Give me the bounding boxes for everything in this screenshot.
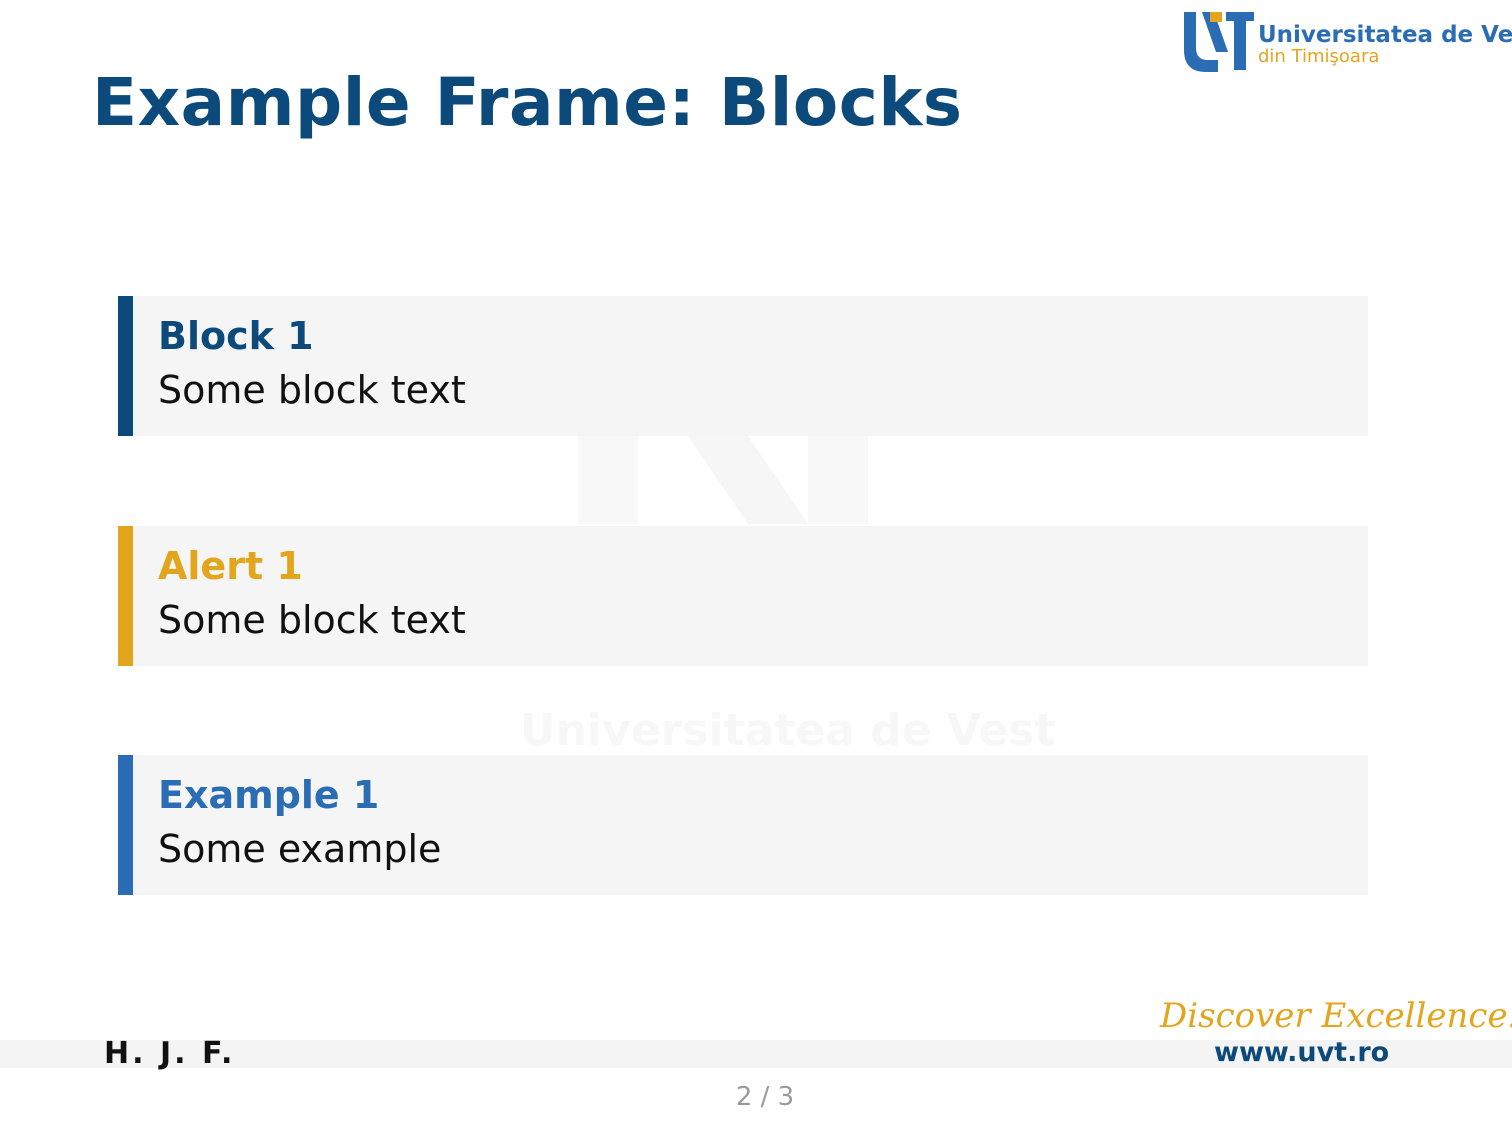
block-body: Some block text xyxy=(158,368,466,412)
uvt-logo-mark-icon xyxy=(1184,12,1254,72)
watermark-text: Universitatea de Vest xyxy=(520,705,1056,756)
alert-accent-bar xyxy=(118,526,133,666)
footer-author: H. J. F. xyxy=(104,1036,236,1071)
footer-url[interactable]: www.uvt.ro xyxy=(1214,1037,1389,1068)
footer-tagline: Discover Excellence! xyxy=(1160,996,1512,1036)
example-title: Example 1 xyxy=(158,773,380,817)
frame-title: Example Frame: Blocks xyxy=(92,64,963,141)
uvt-logo: Universitatea de Vest din Timişoara xyxy=(1182,8,1512,74)
slide: Universitatea de Vest Example Frame: Blo… xyxy=(0,0,1512,1134)
alert-body: Some block text xyxy=(158,598,466,642)
block-standard: Block 1 Some block text xyxy=(118,296,1368,436)
block-accent-bar xyxy=(118,296,133,436)
block-title: Block 1 xyxy=(158,314,314,358)
example-accent-bar xyxy=(118,755,133,895)
uvt-watermark-icon xyxy=(578,436,868,524)
block-alert: Alert 1 Some block text xyxy=(118,526,1368,666)
alert-title: Alert 1 xyxy=(158,544,303,588)
block-example: Example 1 Some example xyxy=(118,755,1368,895)
logo-university-name: Universitatea de Vest xyxy=(1258,22,1512,48)
example-body: Some example xyxy=(158,827,442,871)
page-counter: 2 / 3 xyxy=(735,1082,795,1112)
logo-university-city: din Timişoara xyxy=(1258,46,1380,67)
